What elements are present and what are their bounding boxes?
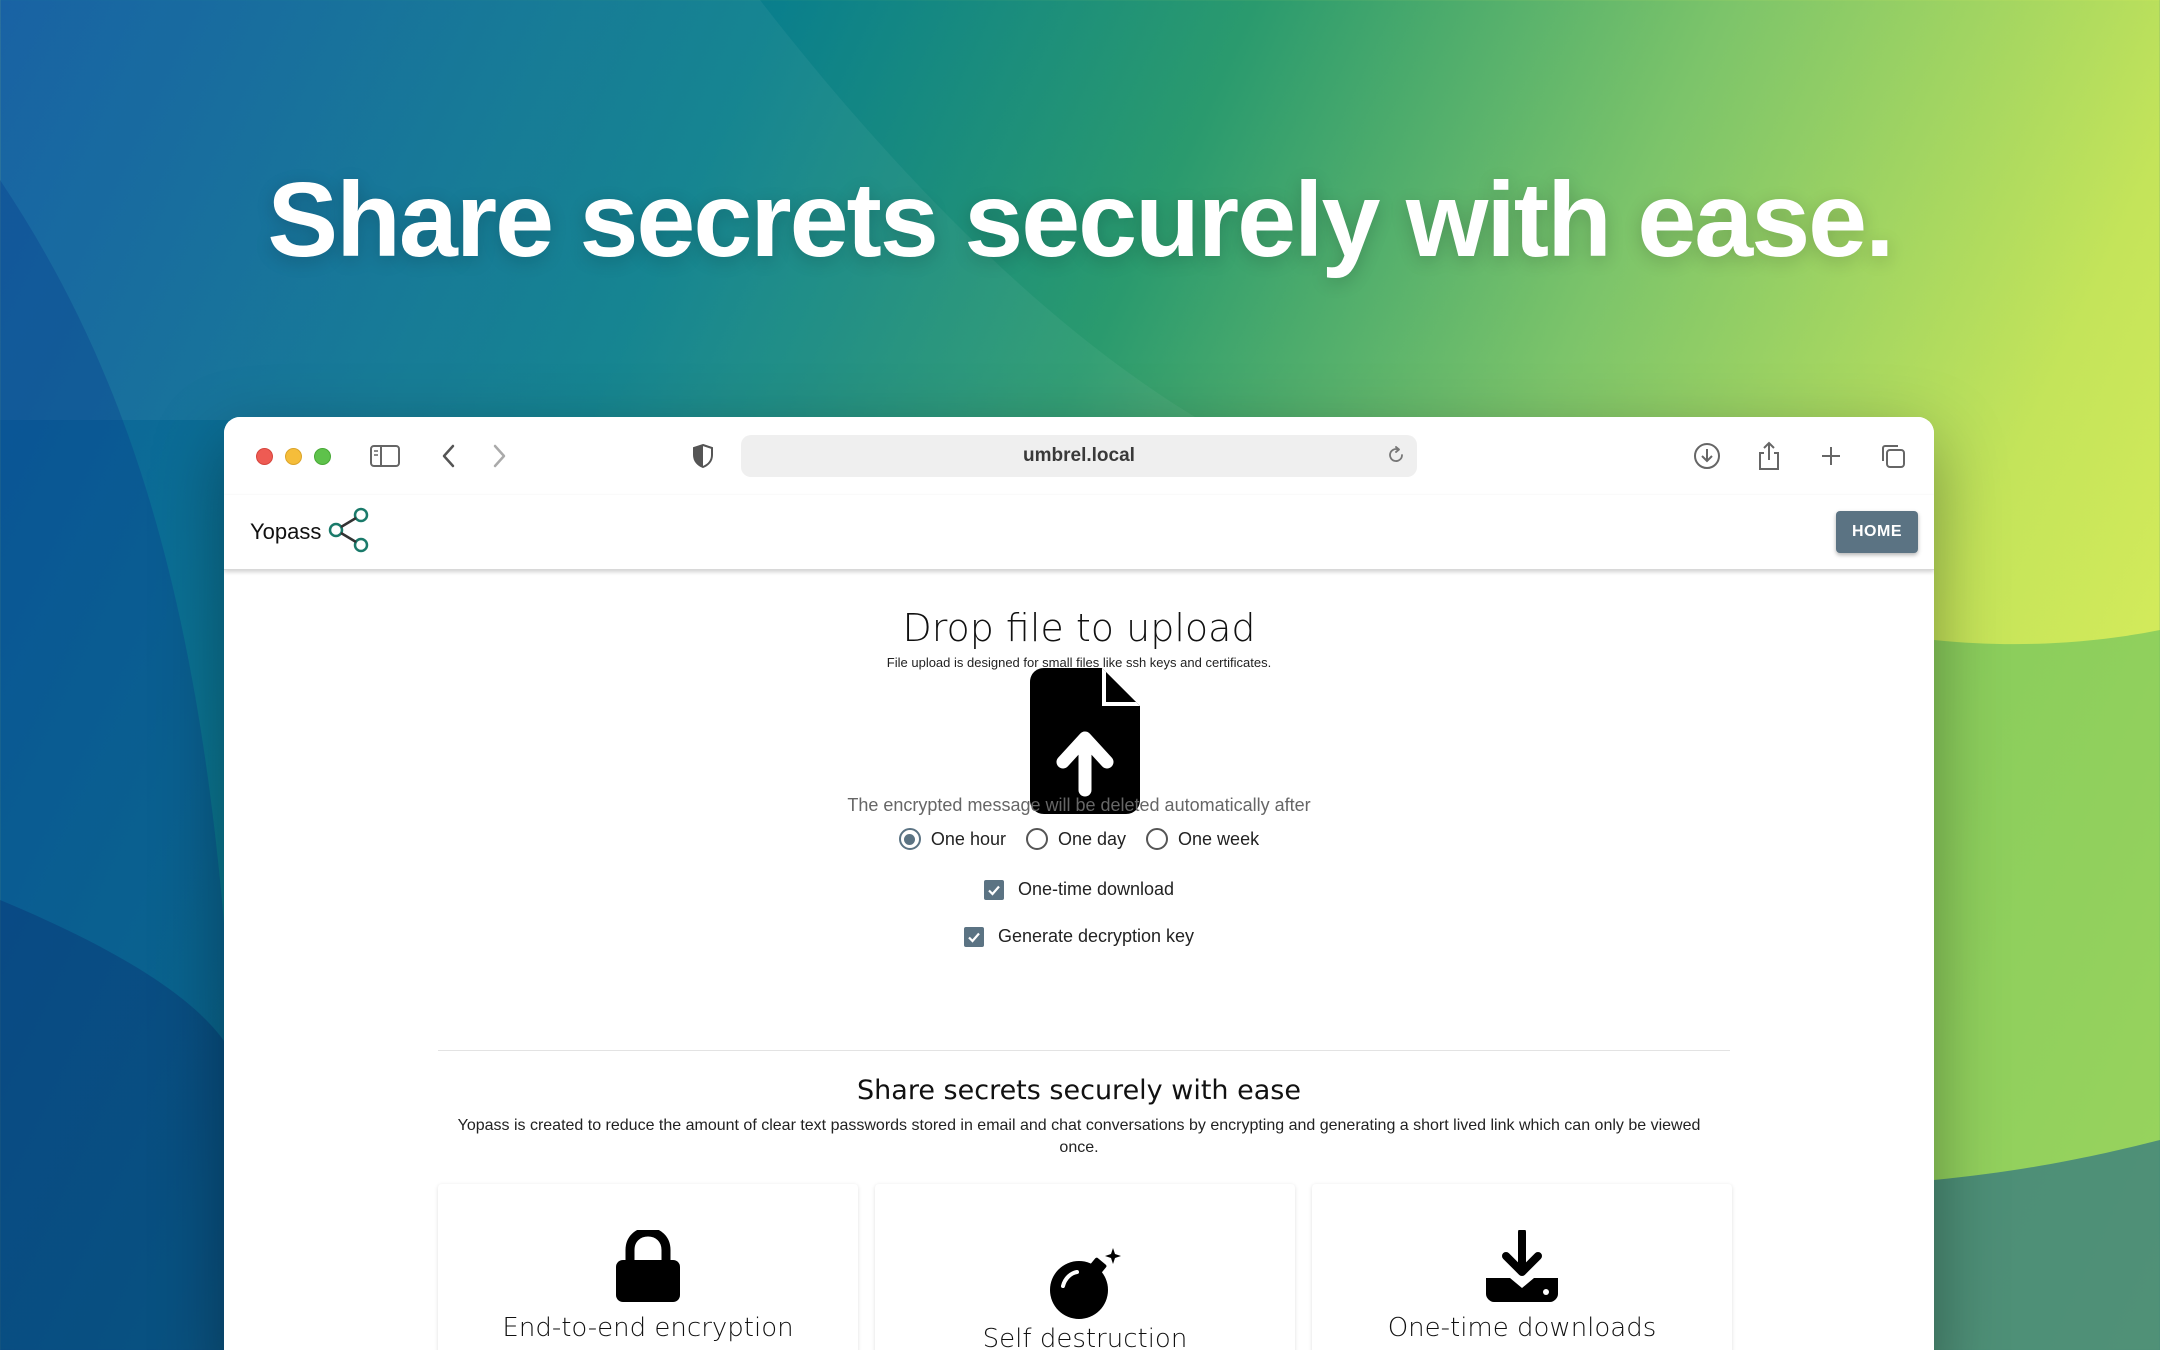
expiration-options: One hour One day One week <box>224 828 1934 850</box>
tabs-overview-icon[interactable] <box>1876 439 1910 473</box>
check-icon[interactable] <box>963 926 984 947</box>
new-tab-icon[interactable] <box>1814 439 1848 473</box>
browser-window: umbrel.local Yopass HOME Drop file to up… <box>224 417 1934 1350</box>
download-tray-icon <box>1312 1230 1732 1302</box>
home-button[interactable]: HOME <box>1836 511 1918 553</box>
shield-icon[interactable] <box>686 439 720 473</box>
forward-icon[interactable] <box>482 439 516 473</box>
feature-title: End-to-end encryption <box>502 1313 794 1343</box>
back-icon[interactable] <box>432 439 466 473</box>
window-controls <box>256 447 331 465</box>
feature-card-self-destruction: Self destruction <box>875 1184 1295 1350</box>
radio-label: One week <box>1178 828 1260 849</box>
feature-cards: End-to-end encryption Self destruction O… <box>438 1184 1732 1350</box>
reload-icon[interactable] <box>1385 444 1407 472</box>
generate-key-checkbox[interactable]: Generate decryption key <box>224 926 1934 947</box>
share-nodes-icon <box>327 506 371 559</box>
feature-title: Self destruction <box>982 1324 1188 1350</box>
close-window-button[interactable] <box>256 447 273 465</box>
radio-indicator[interactable] <box>1146 828 1169 850</box>
sidebar-icon[interactable] <box>368 439 402 473</box>
url-text: umbrel.local <box>1023 445 1135 466</box>
radio-indicator[interactable] <box>1025 828 1048 850</box>
lock-icon <box>438 1230 858 1302</box>
radio-one-day[interactable]: One day <box>1025 828 1127 850</box>
about-title: Share secrets securely with ease <box>857 1075 1301 1106</box>
app-header: Yopass HOME <box>224 495 1934 570</box>
radio-indicator[interactable] <box>898 828 921 850</box>
address-bar[interactable]: umbrel.local <box>741 435 1417 477</box>
drop-title[interactable]: Drop file to upload <box>224 606 1934 650</box>
feature-title: One-time downloads <box>1387 1313 1657 1343</box>
radio-label: One hour <box>930 828 1006 849</box>
one-time-download-checkbox[interactable]: One-time download <box>224 879 1934 900</box>
share-icon[interactable] <box>1752 439 1786 473</box>
browser-toolbar: umbrel.local <box>224 417 1934 495</box>
checkbox-label: One-time download <box>1017 879 1175 899</box>
bomb-icon <box>875 1246 1295 1320</box>
checkbox-label: Generate decryption key <box>997 926 1195 946</box>
radio-one-hour[interactable]: One hour <box>898 828 1006 850</box>
radio-label: One day <box>1057 828 1127 849</box>
brand[interactable]: Yopass <box>250 506 371 559</box>
brand-name: Yopass <box>250 519 322 544</box>
feature-card-encryption: End-to-end encryption <box>438 1184 858 1350</box>
check-icon[interactable] <box>983 879 1004 900</box>
zoom-window-button[interactable] <box>314 447 331 465</box>
marketing-headline: Share secrets securely with ease. <box>267 161 1894 279</box>
divider <box>438 1050 1730 1051</box>
feature-card-one-time-downloads: One-time downloads <box>1312 1184 1732 1350</box>
download-icon[interactable] <box>1690 439 1724 473</box>
radio-one-week[interactable]: One week <box>1146 828 1259 850</box>
expiration-text: The encrypted message will be deleted au… <box>847 795 1311 815</box>
minimize-window-button[interactable] <box>285 447 302 465</box>
about-body: Yopass is created to reduce the amount o… <box>457 1117 1701 1156</box>
